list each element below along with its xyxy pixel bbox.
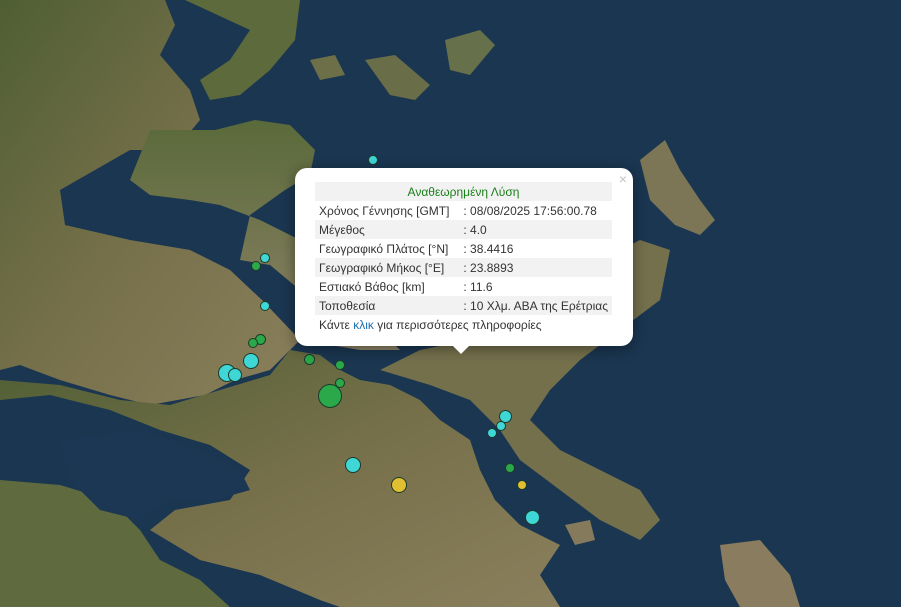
earthquake-marker[interactable]: [251, 261, 261, 271]
info-value: : 10 Χλμ. ΑΒΑ της Ερέτριας: [459, 296, 612, 315]
info-row-magnitude: Μέγεθος : 4.0: [315, 220, 612, 239]
earthquake-marker[interactable]: [496, 421, 506, 431]
earthquake-marker[interactable]: [228, 368, 242, 382]
more-info-link[interactable]: κλικ: [353, 318, 374, 332]
earthquake-marker[interactable]: [517, 480, 527, 490]
info-label: Γεωγραφικό Πλάτος [°N]: [319, 241, 449, 256]
info-row-location: Τοποθεσία : 10 Χλμ. ΑΒΑ της Ερέτριας: [315, 296, 612, 315]
earthquake-info-table: Αναθεωρημένη Λύση Χρόνος Γέννησης [GMT] …: [315, 182, 612, 334]
popup-title: Αναθεωρημένη Λύση: [315, 182, 612, 201]
info-row-depth: Εστιακό Βάθος [km] : 11.6: [315, 277, 612, 296]
info-label: Γεωγραφικό Μήκος [°E]: [315, 258, 460, 277]
earthquake-marker[interactable]: [243, 353, 259, 369]
map-view[interactable]: × Αναθεωρημένη Λύση Χρόνος Γέννησης [GMT…: [0, 0, 901, 607]
earthquake-marker[interactable]: [391, 477, 407, 493]
info-value: : 38.4416: [463, 241, 514, 256]
earthquake-marker[interactable]: [260, 253, 270, 263]
more-info-prefix: Κάντε: [319, 317, 354, 332]
info-value: : 08/08/2025 17:56:00.78: [463, 203, 597, 218]
earthquake-info-popup: × Αναθεωρημένη Λύση Χρόνος Γέννησης [GMT…: [295, 168, 633, 354]
info-label: Τοποθεσία: [315, 296, 460, 315]
close-icon[interactable]: ×: [619, 172, 627, 186]
info-row-more: Κάντε κλικ για περισσότερες πληροφορίες: [315, 315, 612, 334]
info-row-latitude: Γεωγραφικό Πλάτος [°N] : 38.4416: [315, 239, 612, 258]
earthquake-marker[interactable]: [318, 384, 342, 408]
popup-title-row: Αναθεωρημένη Λύση: [315, 182, 612, 201]
info-row-origin-time: Χρόνος Γέννησης [GMT] : 08/08/2025 17:56…: [315, 201, 612, 220]
info-value: : 4.0: [459, 220, 612, 239]
info-value: : 11.6: [463, 279, 493, 294]
earthquake-marker[interactable]: [368, 155, 378, 165]
earthquake-marker[interactable]: [304, 354, 315, 365]
info-label: Μέγεθος: [315, 220, 460, 239]
earthquake-marker[interactable]: [260, 301, 270, 311]
info-row-longitude: Γεωγραφικό Μήκος [°E] : 23.8893: [315, 258, 612, 277]
more-info-text: Κάντε κλικ για περισσότερες πληροφορίες: [315, 315, 612, 334]
earthquake-marker[interactable]: [505, 463, 515, 473]
popup-tip: [453, 346, 469, 354]
info-label: Χρόνος Γέννησης [GMT]: [319, 203, 450, 218]
info-label: Εστιακό Βάθος [km]: [319, 279, 425, 294]
info-value: : 23.8893: [459, 258, 612, 277]
earthquake-marker[interactable]: [487, 428, 497, 438]
earthquake-marker[interactable]: [248, 338, 258, 348]
earthquake-marker[interactable]: [335, 360, 345, 370]
earthquake-marker[interactable]: [345, 457, 361, 473]
earthquake-marker[interactable]: [525, 510, 540, 525]
more-info-suffix: για περισσότερες πληροφορίες: [373, 317, 542, 332]
